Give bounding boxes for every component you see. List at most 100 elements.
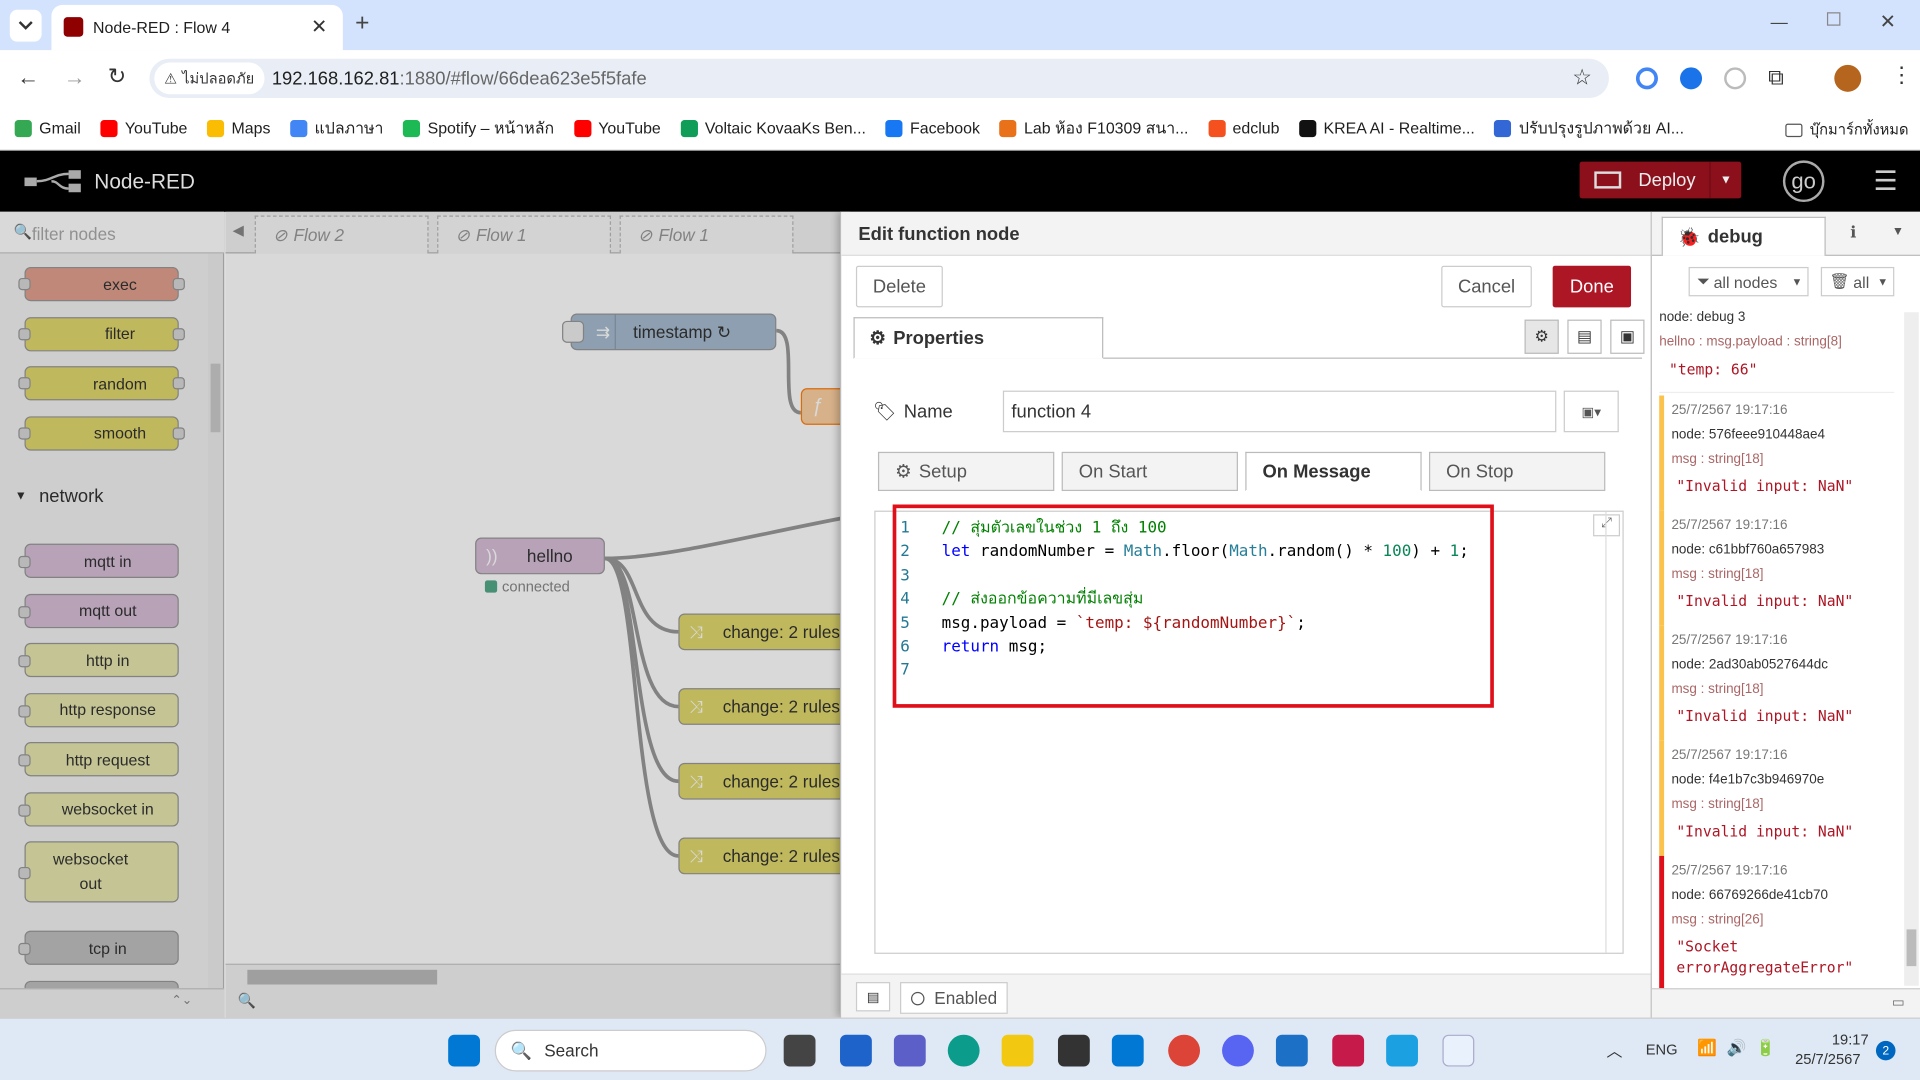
extension-compass-icon[interactable] bbox=[1724, 67, 1747, 90]
debug-scrollbar[interactable] bbox=[1904, 312, 1919, 986]
bookmark-item[interactable]: ปรับปรุงรูปภาพด้วย AI... bbox=[1494, 115, 1684, 141]
debug-message[interactable]: 25/7/2567 19:17:16 node: 2ad30ab0527644dc… bbox=[1659, 625, 1894, 741]
task-view-icon[interactable] bbox=[783, 1034, 816, 1067]
star-icon[interactable]: ☆ bbox=[1572, 65, 1592, 91]
debug-message[interactable]: 25/7/2567 19:17:16 node: c61bbf760a657983… bbox=[1659, 510, 1894, 626]
delete-button[interactable]: Delete bbox=[855, 265, 943, 308]
name-input[interactable]: function 4 bbox=[1002, 390, 1557, 433]
clock-date[interactable]: 25/7/2567 bbox=[1795, 1051, 1860, 1068]
bookmark-item[interactable]: Gmail bbox=[14, 119, 81, 137]
forward-icon[interactable]: → bbox=[64, 65, 86, 91]
info-icon[interactable]: ℹ bbox=[1850, 223, 1856, 243]
properties-tab[interactable]: ⚙ Properties bbox=[853, 317, 1104, 359]
function-tab-label: Setup bbox=[918, 461, 967, 482]
close-tab-icon[interactable]: ✕ bbox=[311, 15, 327, 39]
bookmark-item[interactable]: YouTube bbox=[573, 119, 661, 137]
appearance-tab-icon[interactable]: ▣ bbox=[1610, 319, 1645, 354]
debug-time: 25/7/2567 19:17:16 bbox=[1671, 748, 1788, 763]
minimize-icon[interactable]: — bbox=[1771, 12, 1788, 32]
bookmark-label: Voltaic KovaaKs Ben... bbox=[704, 118, 866, 138]
search-icon: 🔍 bbox=[510, 1040, 532, 1060]
tray-chevron-icon[interactable]: ︿ bbox=[1607, 1038, 1623, 1061]
clear-dropdown[interactable]: 🗑 all ▼ bbox=[1820, 266, 1895, 297]
browser-tab-active[interactable]: Node-RED : Flow 4 ✕ bbox=[51, 4, 343, 51]
tab-search-button[interactable] bbox=[9, 9, 42, 42]
window-close-icon[interactable]: ✕ bbox=[1880, 10, 1896, 34]
bookmark-item[interactable]: Maps bbox=[206, 119, 270, 137]
settings-tab-icon[interactable]: ⚙ bbox=[1524, 319, 1559, 354]
user-avatar[interactable]: go bbox=[1782, 160, 1825, 203]
restore-icon[interactable] bbox=[1826, 12, 1841, 26]
bookmark-item[interactable]: Lab ห้อง F10309 สนา... bbox=[999, 115, 1188, 141]
help-book-icon[interactable]: ▤ bbox=[855, 982, 891, 1012]
main-menu-icon[interactable]: ☰ bbox=[1873, 165, 1897, 197]
debug-value: "Invalid input: NaN" bbox=[1676, 592, 1854, 610]
discord-icon[interactable] bbox=[1222, 1034, 1254, 1067]
extensions-puzzle-icon[interactable]: ⧉ bbox=[1768, 65, 1784, 91]
description-tab-icon[interactable]: ▤ bbox=[1567, 319, 1602, 354]
clock-time[interactable]: 19:17 bbox=[1832, 1031, 1869, 1048]
profile-avatar[interactable] bbox=[1834, 64, 1862, 92]
vnc-icon[interactable] bbox=[1275, 1034, 1308, 1067]
bookmark-item[interactable]: edclub bbox=[1208, 119, 1279, 137]
security-chip[interactable]: ⚠ ไม่ปลอดภัย bbox=[154, 62, 265, 95]
debug-message[interactable]: 25/7/2567 19:17:16 node: f4e1b7c3b946970e… bbox=[1659, 740, 1894, 856]
node-library-button[interactable]: ▣▾ bbox=[1563, 390, 1619, 433]
all-bookmarks[interactable]: บุ๊กมาร์กทั้งหมด bbox=[1785, 119, 1909, 142]
file-explorer-icon[interactable] bbox=[1001, 1034, 1034, 1067]
store-icon[interactable] bbox=[1057, 1034, 1090, 1067]
start-icon[interactable] bbox=[448, 1034, 481, 1067]
deploy-label: Deploy bbox=[1638, 169, 1696, 191]
filter-nodes-dropdown[interactable]: ⏷ all nodes ▼ bbox=[1688, 266, 1809, 297]
deploy-button[interactable]: Deploy ▼ bbox=[1579, 161, 1742, 199]
cancel-button[interactable]: Cancel bbox=[1441, 265, 1532, 308]
battery-icon[interactable]: 🔋 bbox=[1756, 1038, 1776, 1058]
widgets-icon[interactable] bbox=[840, 1034, 872, 1067]
bookmark-item[interactable]: แปลภาษา bbox=[290, 115, 383, 141]
debug-window-icon[interactable]: ▭ bbox=[1892, 994, 1905, 1011]
function-tab[interactable]: ⚙ Setup bbox=[877, 451, 1055, 492]
notification-badge[interactable]: 2 bbox=[1875, 1040, 1896, 1061]
deploy-dropdown-icon[interactable]: ▼ bbox=[1709, 161, 1741, 199]
function-tab[interactable]: On Start bbox=[1061, 451, 1238, 492]
url-text: 192.168.162.81:1880/#flow/66dea623e5f5fa… bbox=[272, 69, 647, 90]
bookmark-item[interactable]: Facebook bbox=[885, 118, 980, 138]
extension-s-icon[interactable] bbox=[1680, 67, 1703, 90]
taskbar-search[interactable]: 🔍 Search bbox=[494, 1029, 767, 1072]
chrome-icon[interactable] bbox=[1168, 1034, 1201, 1067]
omnibox[interactable]: ⚠ ไม่ปลอดภัย 192.168.162.81:1880/#flow/6… bbox=[149, 58, 1609, 98]
done-button[interactable]: Done bbox=[1552, 265, 1632, 308]
language-indicator[interactable]: ENG bbox=[1646, 1041, 1678, 1058]
function-tab[interactable]: On Message bbox=[1245, 451, 1422, 492]
bookmark-label: Facebook bbox=[910, 118, 980, 138]
debug-scroll-thumb[interactable] bbox=[1906, 929, 1917, 967]
bookmark-item[interactable]: KREA AI - Realtime... bbox=[1299, 119, 1475, 137]
enabled-toggle[interactable]: Enabled bbox=[900, 982, 1008, 1014]
notepad-icon[interactable] bbox=[1386, 1034, 1418, 1067]
chrome-menu-icon[interactable]: ⋮ bbox=[1891, 62, 1913, 88]
debug-tab[interactable]: 🐞 debug bbox=[1661, 216, 1826, 256]
volume-icon[interactable]: 🔊 bbox=[1727, 1038, 1747, 1058]
function-tab[interactable]: On Stop bbox=[1428, 451, 1606, 492]
reload-icon[interactable]: ↻ bbox=[108, 64, 126, 90]
snipping-tool-icon[interactable] bbox=[1442, 1034, 1475, 1067]
workspace-dim-overlay bbox=[225, 211, 850, 1018]
name-field-label: 🏷 Name bbox=[873, 400, 953, 422]
bookmark-item[interactable]: Voltaic KovaaKs Ben... bbox=[680, 119, 866, 137]
debug-message[interactable]: 25/7/2567 19:17:16 node: 66769266de41cb70… bbox=[1659, 855, 1894, 991]
edge-icon[interactable] bbox=[947, 1034, 980, 1067]
bookmark-item[interactable]: YouTube bbox=[100, 119, 187, 137]
back-icon[interactable]: ← bbox=[17, 65, 39, 91]
tray-footer: ▤ Enabled bbox=[841, 973, 1652, 1018]
vscode-icon[interactable] bbox=[1111, 1034, 1144, 1067]
sidebar-menu-icon[interactable]: ▼ bbox=[1892, 225, 1904, 238]
raspberry-pi-icon[interactable] bbox=[1332, 1034, 1365, 1067]
new-tab-icon[interactable]: + bbox=[355, 10, 369, 38]
teams-icon[interactable] bbox=[893, 1034, 926, 1067]
debug-message[interactable]: 25/7/2567 19:17:16 node: 576feee910448ae4… bbox=[1659, 395, 1894, 511]
bookmark-favicon-icon bbox=[1208, 119, 1226, 137]
extension-circle-icon[interactable] bbox=[1635, 67, 1658, 90]
flow-workspace[interactable]: ◀ ⊘ Flow 2 ⊘ Flow 1 ⊘ Flow 1 ⇉ timestamp ↻ ƒ … bbox=[225, 211, 850, 1018]
wifi-icon[interactable]: 📶 bbox=[1697, 1038, 1717, 1058]
bookmark-item[interactable]: Spotify – หน้าหลัก bbox=[403, 115, 554, 141]
